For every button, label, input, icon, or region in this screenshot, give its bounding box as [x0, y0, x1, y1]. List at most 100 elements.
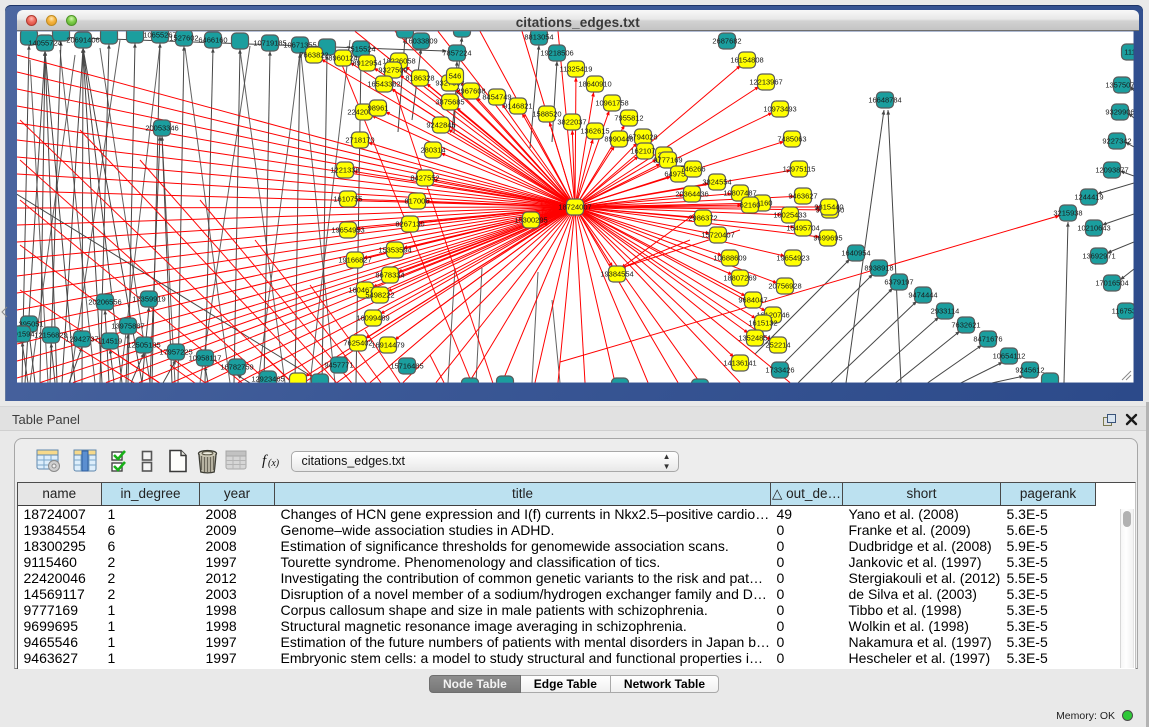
svg-text:2986372: 2986372: [688, 214, 717, 223]
svg-text:1167534: 1167534: [1112, 307, 1141, 316]
svg-text:20206556: 20206556: [88, 298, 121, 307]
svg-text:2967608: 2967608: [456, 87, 485, 96]
svg-text:2687682: 2687682: [712, 37, 741, 46]
svg-text:15300295: 15300295: [514, 216, 547, 225]
svg-text:20364436: 20364436: [675, 190, 708, 199]
svg-text:9146821: 9146821: [503, 102, 532, 111]
svg-text:8938918: 8938918: [864, 264, 893, 273]
svg-text:7625402: 7625402: [343, 339, 372, 348]
svg-text:18640910: 18640910: [578, 80, 611, 89]
svg-text:16154808: 16154808: [730, 56, 763, 65]
svg-text:15495704: 15495704: [786, 224, 819, 233]
svg-text:62160: 62160: [740, 201, 761, 210]
svg-text:16099489: 16099489: [356, 314, 389, 323]
svg-text:10654112: 10654112: [993, 352, 1026, 361]
svg-text:9457771: 9457771: [324, 361, 353, 370]
svg-text:280314: 280314: [420, 146, 445, 155]
svg-text:17016504: 17016504: [1095, 279, 1128, 288]
svg-text:8912954: 8912954: [352, 59, 381, 68]
svg-text:8454749: 8454749: [482, 93, 511, 102]
svg-text:12975115: 12975115: [783, 165, 816, 174]
svg-text:16648784: 16648784: [868, 96, 901, 105]
svg-text:10807487: 10807487: [723, 189, 756, 198]
svg-text:546: 546: [449, 72, 462, 81]
svg-text:16543382: 16543382: [367, 80, 400, 89]
svg-text:10958117: 10958117: [189, 354, 222, 363]
svg-text:10719185: 10719185: [253, 39, 286, 48]
svg-text:6466160: 6466160: [198, 36, 227, 45]
svg-text:3822037: 3822037: [557, 118, 586, 127]
svg-text:12923465: 12923465: [251, 375, 284, 384]
svg-text:7663822: 7663822: [299, 51, 328, 60]
svg-text:10973493: 10973493: [763, 105, 796, 114]
svg-text:19654923: 19654923: [776, 254, 809, 263]
svg-text:3824554: 3824554: [702, 178, 731, 187]
svg-text:111: 111: [1124, 48, 1135, 57]
svg-text:6794028: 6794028: [628, 133, 657, 142]
svg-text:9777169: 9777169: [653, 156, 682, 165]
svg-text:5498222: 5498222: [365, 291, 394, 300]
svg-text:13975887: 13975887: [111, 322, 144, 331]
svg-text:12156829: 12156829: [34, 331, 67, 340]
svg-text:15716485: 15716485: [390, 362, 423, 371]
svg-text:8267130: 8267130: [395, 220, 424, 229]
svg-text:20756928: 20756928: [768, 282, 801, 291]
svg-text:8471676: 8471676: [973, 335, 1002, 344]
svg-text:1527602: 1527602: [169, 34, 198, 43]
svg-text:11325419: 11325419: [560, 65, 593, 74]
svg-text:16914479: 16914479: [371, 341, 404, 350]
svg-text:7632621: 7632621: [951, 321, 980, 330]
svg-text:15720407: 15720407: [701, 231, 734, 240]
svg-text:746266: 746266: [680, 165, 705, 174]
svg-text:9815440: 9815440: [814, 203, 843, 212]
svg-text:10688609: 10688609: [713, 254, 746, 263]
svg-text:10210643: 10210643: [1077, 224, 1110, 233]
svg-text:98961: 98961: [368, 104, 389, 113]
svg-text:19166827: 19166827: [338, 256, 371, 265]
svg-text:391594: 391594: [9, 330, 34, 339]
svg-text:9329906: 9329906: [1105, 108, 1134, 117]
svg-text:14136141: 14136141: [723, 359, 756, 368]
svg-text:1733426: 1733426: [765, 366, 794, 375]
svg-text:19654953: 19654953: [331, 226, 364, 235]
svg-text:9245612: 9245612: [1015, 366, 1044, 375]
svg-text:17359919: 17359919: [132, 295, 165, 304]
svg-text:1640954: 1640954: [841, 249, 870, 258]
svg-text:252214: 252214: [765, 341, 790, 350]
svg-text:13575074: 13575074: [1105, 81, 1138, 90]
svg-text:3215938: 3215938: [1053, 209, 1082, 218]
svg-text:8678334: 8678334: [375, 271, 404, 280]
svg-text:18724007: 18724007: [558, 203, 591, 212]
svg-text:8427552: 8427552: [410, 174, 439, 183]
svg-text:10961758: 10961758: [595, 99, 628, 108]
svg-text:19218506: 19218506: [540, 49, 573, 58]
svg-text:8813054: 8813054: [524, 33, 553, 42]
svg-text:12942737: 12942737: [65, 335, 98, 344]
svg-text:9327509: 9327509: [378, 66, 407, 75]
svg-text:12505135: 12505135: [127, 341, 160, 350]
svg-text:1615132: 1615132: [748, 319, 777, 328]
svg-text:9227342: 9227342: [1102, 137, 1131, 146]
svg-text:7955812: 7955812: [614, 114, 643, 123]
svg-text:15353594: 15353594: [378, 246, 411, 255]
svg-text:18807269: 18807269: [723, 274, 756, 283]
svg-text:6379197: 6379197: [884, 278, 913, 287]
svg-text:114519: 114519: [98, 337, 122, 346]
svg-text:8186328: 8186328: [405, 74, 434, 83]
svg-text:1610755: 1610755: [333, 195, 362, 204]
svg-text:9474444: 9474444: [908, 291, 937, 300]
svg-text:1244419: 1244419: [1074, 193, 1103, 202]
svg-text:9463627: 9463627: [788, 192, 817, 201]
svg-text:16782759: 16782759: [220, 363, 253, 372]
svg-text:7857224: 7857224: [442, 49, 471, 58]
svg-text:2718170: 2718170: [345, 136, 374, 145]
svg-text:12213967: 12213967: [749, 78, 782, 87]
svg-text:9242845: 9242845: [426, 121, 455, 130]
svg-text:2933114: 2933114: [931, 307, 960, 316]
svg-text:12093877: 12093877: [1095, 166, 1128, 175]
svg-text:10025433: 10025433: [773, 211, 806, 220]
svg-text:20053346: 20053346: [145, 124, 178, 133]
svg-text:20691406: 20691406: [66, 36, 99, 45]
svg-text:13692971: 13692971: [1082, 252, 1115, 261]
svg-text:7485063: 7485063: [777, 135, 806, 144]
